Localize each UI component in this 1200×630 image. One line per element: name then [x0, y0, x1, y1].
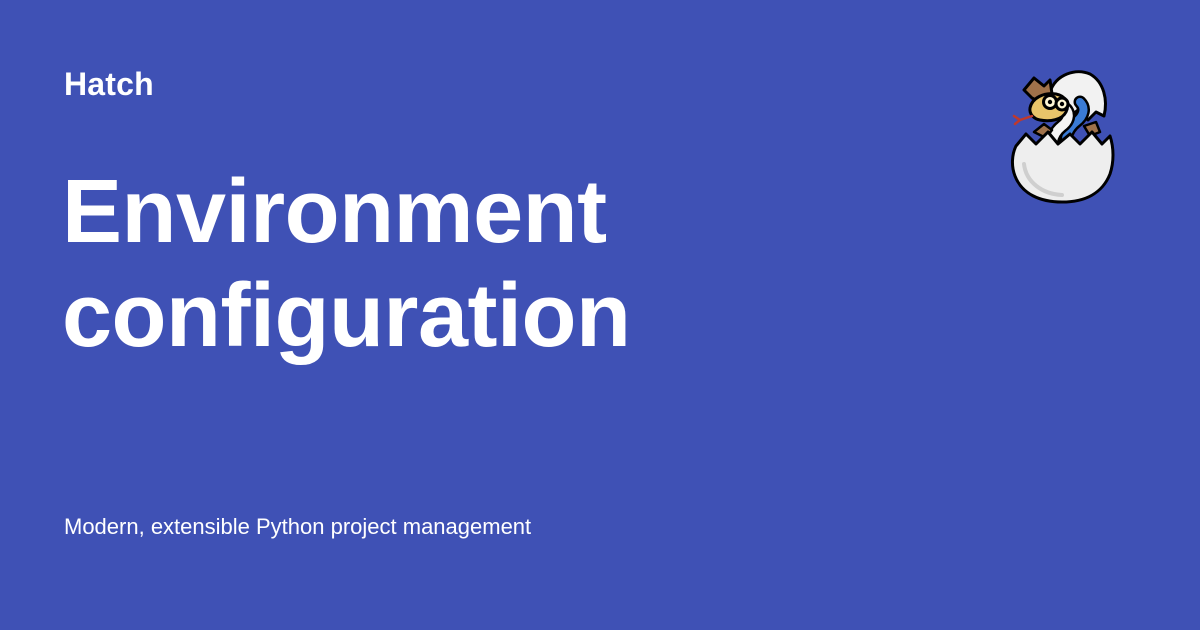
social-card: Hatch Environment configuration Modern, …: [0, 0, 1200, 630]
site-tagline: Modern, extensible Python project manage…: [64, 514, 532, 539]
hatching-egg-snake-logo-icon: [1004, 64, 1120, 206]
page-title-line-1: Environment: [62, 162, 607, 262]
page-title-line-2: configuration: [62, 266, 631, 366]
site-name: Hatch: [64, 66, 154, 102]
page-title: Environment configuration: [62, 160, 962, 368]
